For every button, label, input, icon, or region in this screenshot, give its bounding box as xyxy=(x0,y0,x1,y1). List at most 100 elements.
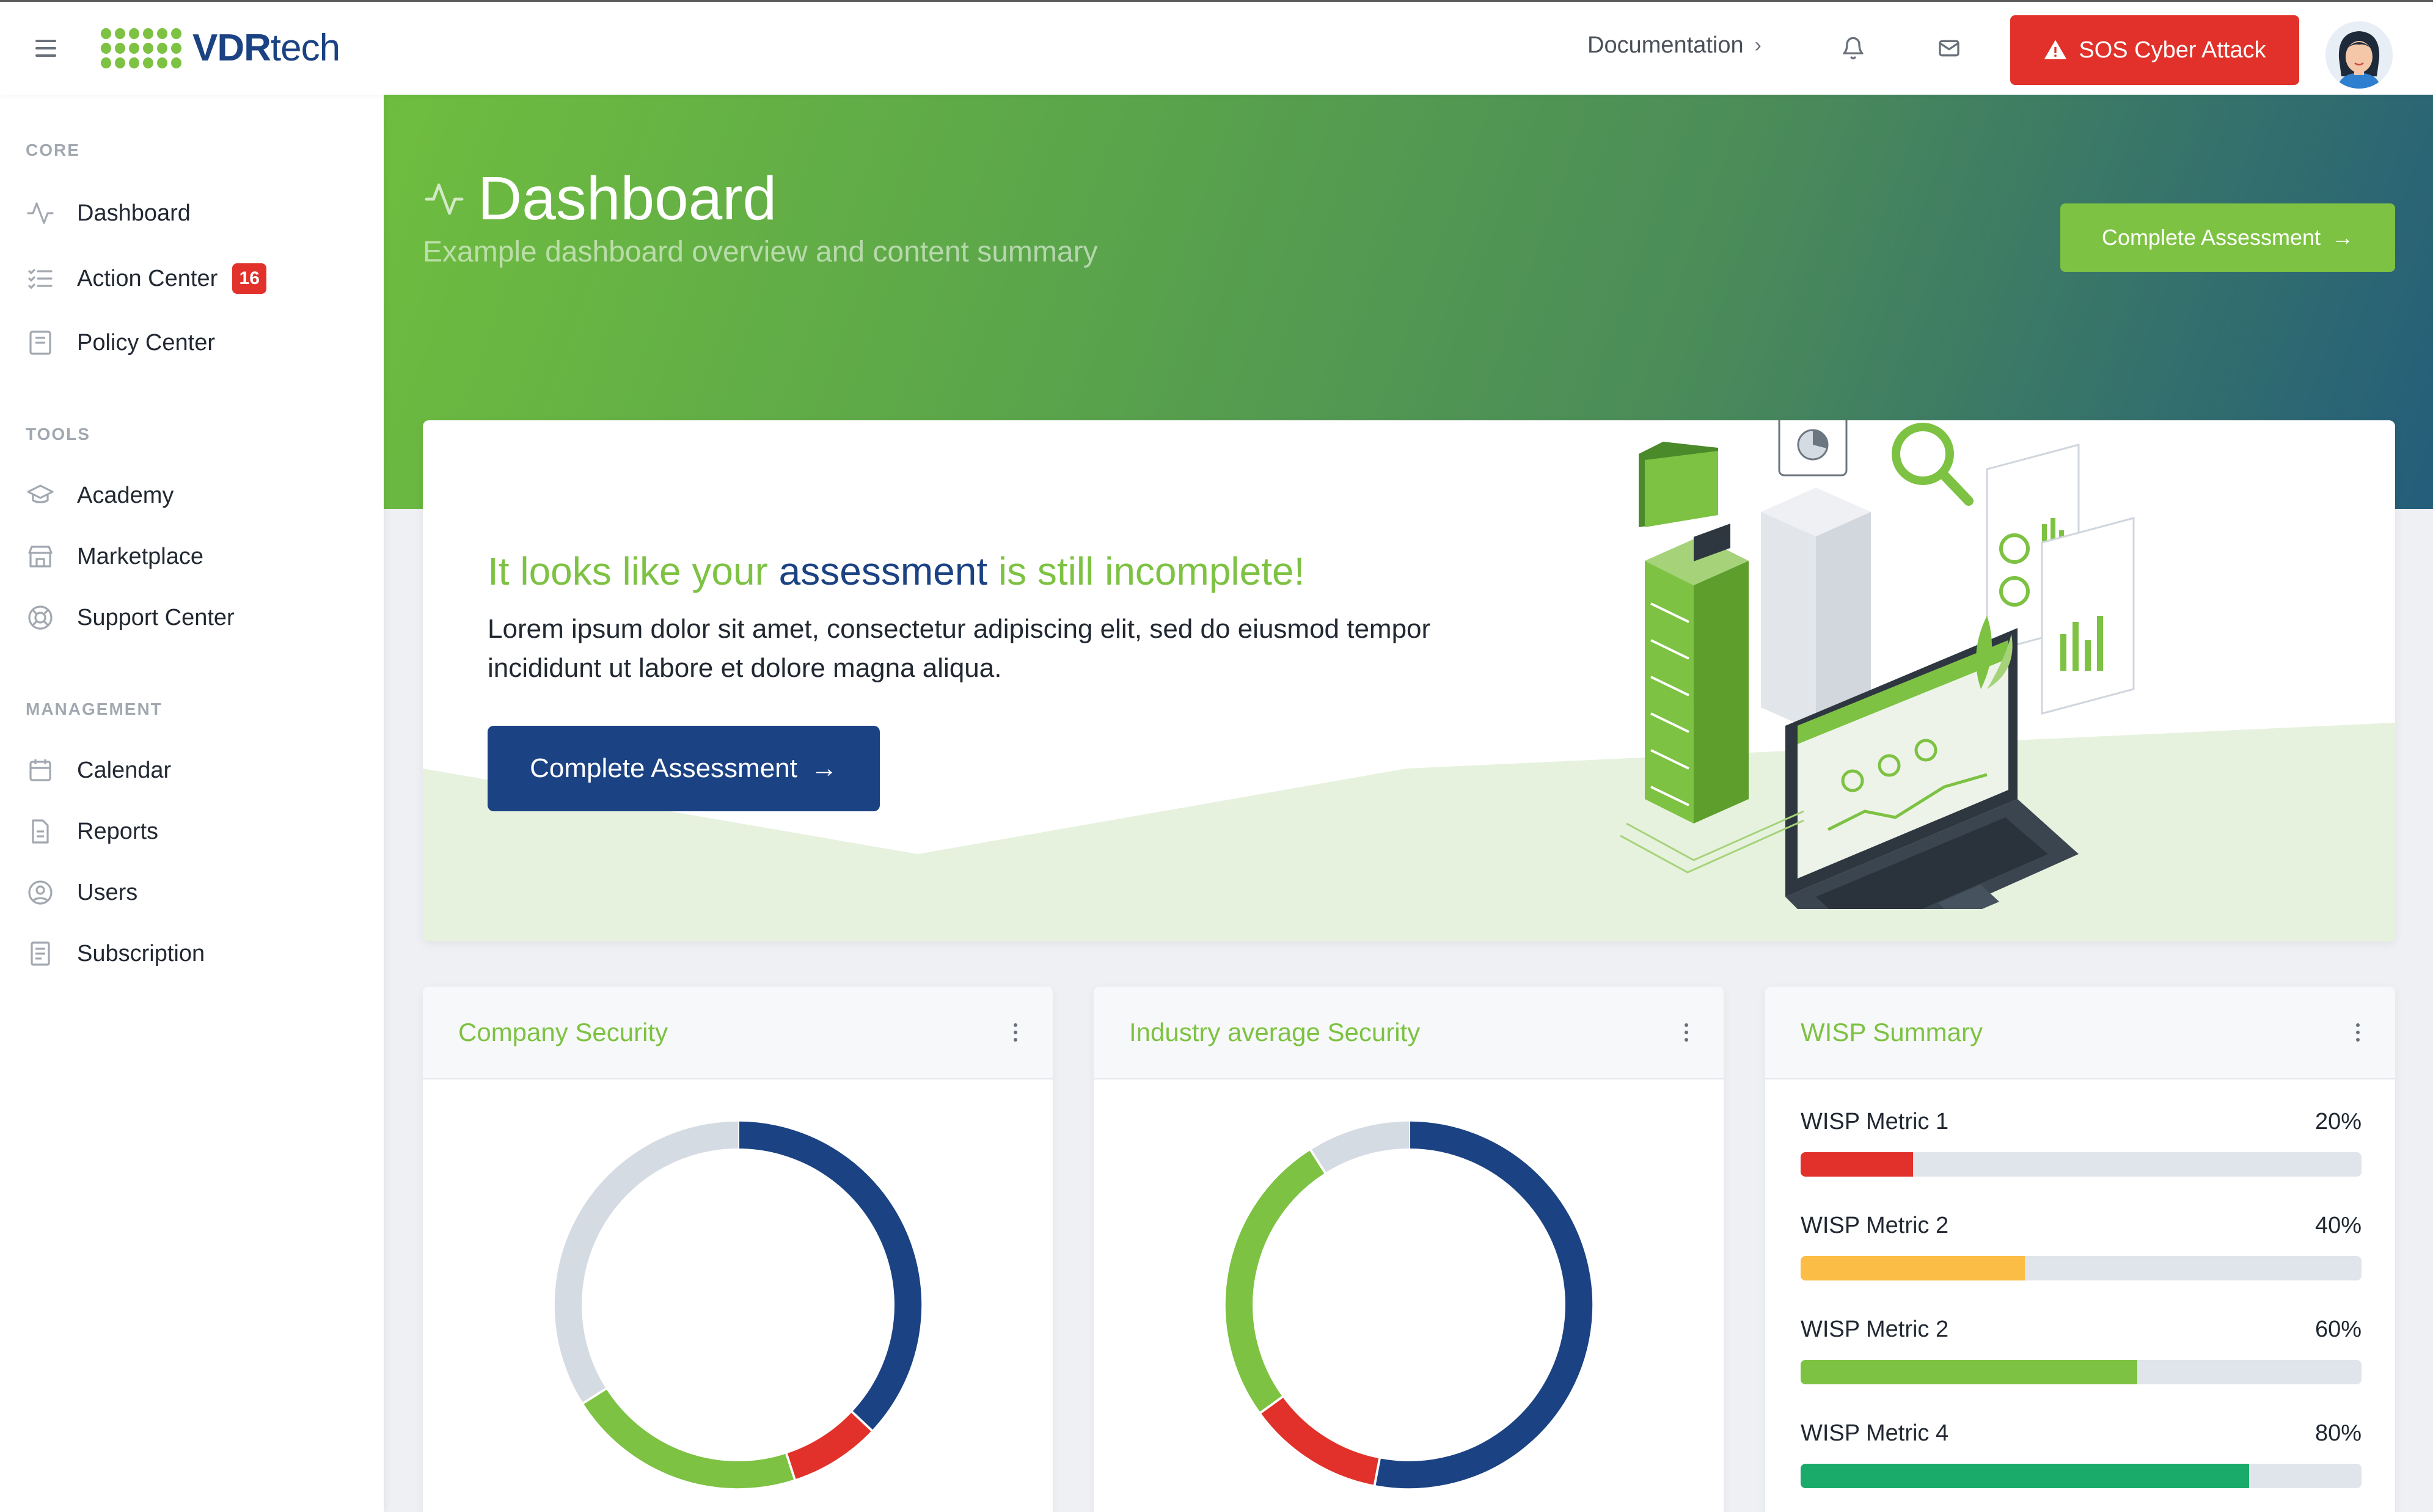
progress-track xyxy=(1801,1256,2362,1280)
brand-logo[interactable]: VDRtech xyxy=(101,26,340,70)
wisp-metric: WISP Metric 4 80% xyxy=(1801,1420,2362,1488)
industry-security-donut-chart xyxy=(1225,1119,1593,1489)
notification-badge: 16 xyxy=(232,263,267,294)
card-title: Industry average Security xyxy=(1129,1018,1421,1046)
sidebar-item-label: Calendar xyxy=(77,757,172,783)
header-complete-assessment-button[interactable]: Complete Assessment → xyxy=(2060,203,2395,272)
card-title: Company Security xyxy=(458,1018,668,1046)
donut-slice-at-risk xyxy=(786,1411,872,1480)
logo-mark-icon xyxy=(101,27,181,68)
progress-fill xyxy=(1801,1256,2025,1280)
hero-complete-assessment-button[interactable]: Complete Assessment → xyxy=(488,726,880,811)
bell-icon[interactable] xyxy=(1841,36,1865,60)
sidebar-heading-management: MANAGEMENT xyxy=(26,699,163,718)
donut-slice-secure xyxy=(737,1121,922,1431)
sidebar-item-calendar[interactable]: Calendar xyxy=(26,756,171,785)
user-circle-icon xyxy=(28,880,53,905)
sos-label: SOS Cyber Attack xyxy=(2079,37,2266,63)
metric-label: WISP Metric 4 xyxy=(1801,1420,1949,1446)
sidebar-item-users[interactable]: Users xyxy=(26,878,137,907)
progress-track xyxy=(1801,1152,2362,1177)
activity-icon xyxy=(425,183,464,215)
industry-security-card: Industry average Security xyxy=(1094,987,1724,1512)
activity-icon xyxy=(27,202,54,224)
company-security-card: Company Security xyxy=(423,987,1053,1512)
progress-fill xyxy=(1801,1464,2250,1488)
hero-title: It looks like your assessment is still i… xyxy=(488,549,1305,593)
file-icon xyxy=(32,819,49,844)
sidebar-item-label: Subscription xyxy=(77,940,205,966)
sidebar-heading-core: CORE xyxy=(26,141,80,159)
company-security-donut-chart xyxy=(554,1119,922,1489)
card-header: Industry average Security xyxy=(1094,987,1724,1079)
card-title: WISP Summary xyxy=(1801,1018,1983,1046)
progress-fill xyxy=(1801,1152,1913,1177)
metric-value: 20% xyxy=(2314,1109,2362,1134)
page-title-text: Dashboard xyxy=(478,164,777,233)
more-vertical-icon[interactable] xyxy=(1685,1023,1688,1042)
user-avatar[interactable] xyxy=(2325,21,2393,89)
sidebar-item-support-center[interactable]: Support Center xyxy=(26,603,235,632)
sidebar-item-label: Support Center xyxy=(77,604,235,630)
sidebar-item-label: Marketplace xyxy=(77,543,203,569)
arrow-right-icon: → xyxy=(810,753,838,783)
wisp-metric: WISP Metric 2 60% xyxy=(1801,1317,2362,1384)
wisp-metric: WISP Metric 2 40% xyxy=(1801,1213,2362,1280)
arrow-right-icon: → xyxy=(2332,225,2354,250)
sidebar: CORE Dashboard Action Center 16 Policy C… xyxy=(0,95,384,1512)
documentation-label: Documentation xyxy=(1587,32,1744,58)
sidebar-item-label: Users xyxy=(77,879,138,905)
wisp-metric: WISP Metric 1 20% xyxy=(1801,1109,2362,1177)
mail-icon[interactable] xyxy=(1937,36,1961,60)
book-icon xyxy=(29,331,51,355)
metric-value: 60% xyxy=(2314,1317,2362,1342)
sidebar-item-label: Action Center xyxy=(77,265,218,291)
progress-track xyxy=(1801,1360,2362,1384)
page-title: Dashboard xyxy=(423,164,777,234)
life-buoy-icon xyxy=(28,605,53,630)
sidebar-item-label: Reports xyxy=(77,818,159,844)
sidebar-item-dashboard[interactable]: Dashboard xyxy=(26,199,191,228)
more-vertical-icon[interactable] xyxy=(2356,1023,2360,1042)
page-subtitle: Example dashboard overview and content s… xyxy=(423,236,1098,268)
progress-fill xyxy=(1801,1360,2137,1384)
menu-toggle-icon[interactable] xyxy=(35,40,56,57)
metric-label: WISP Metric 2 xyxy=(1801,1317,1949,1342)
chevron-right-icon: › xyxy=(1754,34,1762,57)
server-laptop-illustration xyxy=(1620,420,2135,909)
store-icon xyxy=(28,546,53,568)
top-navbar: VDRtech Documentation › SOS Cyber Attack xyxy=(0,0,2433,95)
sidebar-item-label: Policy Center xyxy=(77,329,215,356)
card-header: WISP Summary xyxy=(1765,987,2395,1079)
calendar-icon xyxy=(29,759,51,781)
sidebar-item-policy-center[interactable]: Policy Center xyxy=(26,328,215,357)
card-header: Company Security xyxy=(423,987,1053,1079)
sidebar-heading-tools: TOOLS xyxy=(26,425,90,444)
button-label: Complete Assessment xyxy=(530,753,797,783)
sidebar-item-label: Academy xyxy=(77,482,174,508)
warning-icon xyxy=(2044,40,2067,59)
sidebar-item-reports[interactable]: Reports xyxy=(26,817,158,846)
progress-track xyxy=(1801,1464,2362,1488)
metric-label: WISP Metric 2 xyxy=(1801,1213,1949,1238)
button-label: Complete Assessment xyxy=(2101,225,2321,250)
sidebar-item-action-center[interactable]: Action Center 16 xyxy=(26,263,267,294)
donut-slice-secure xyxy=(1374,1121,1593,1489)
donut-slice-at-risk xyxy=(1260,1397,1380,1485)
donut-slice-partial xyxy=(1225,1150,1325,1413)
documentation-link[interactable]: Documentation › xyxy=(1587,32,1762,59)
sidebar-item-subscription[interactable]: Subscription xyxy=(26,939,205,968)
metric-value: 80% xyxy=(2314,1420,2362,1446)
donut-slice-unassessed xyxy=(554,1121,739,1403)
sidebar-item-academy[interactable]: Academy xyxy=(26,481,174,510)
sidebar-item-label: Dashboard xyxy=(77,200,191,226)
sidebar-item-marketplace[interactable]: Marketplace xyxy=(26,542,203,571)
assessment-hero-card: It looks like your assessment is still i… xyxy=(423,420,2395,941)
sos-cyber-attack-button[interactable]: SOS Cyber Attack xyxy=(2010,15,2299,85)
wisp-summary-card: WISP Summary WISP Metric 1 20% WISP Metri… xyxy=(1765,987,2395,1512)
hero-description: Lorem ipsum dolor sit amet, consectetur … xyxy=(488,614,1431,683)
brand-name: VDRtech xyxy=(192,27,340,69)
donut-slice-unassessed xyxy=(1311,1121,1410,1174)
receipt-icon xyxy=(31,941,50,966)
more-vertical-icon[interactable] xyxy=(1014,1023,1017,1042)
